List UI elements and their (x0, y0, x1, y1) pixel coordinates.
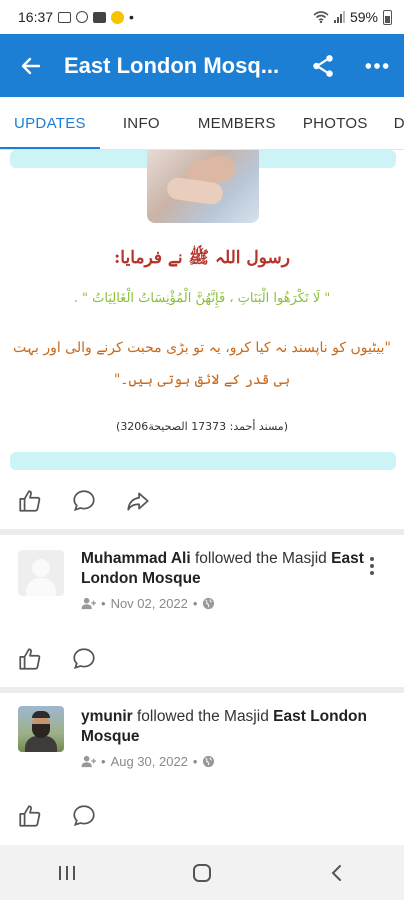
comment-button[interactable] (70, 487, 98, 515)
feed-item-text: Muhammad Ali followed the Masjid East Lo… (81, 549, 381, 589)
meta-separator: • (101, 596, 106, 611)
feed-item-text: ymunir followed the Masjid East London M… (81, 707, 381, 747)
back-button[interactable] (0, 34, 62, 97)
comment-button[interactable] (70, 645, 98, 673)
status-bar-right: 59% (313, 9, 392, 25)
tab-updates[interactable]: UPDATES (0, 97, 100, 149)
thumbs-up-icon (19, 805, 41, 827)
item-more-button[interactable] (362, 554, 382, 578)
feed-date: Nov 02, 2022 (110, 596, 188, 611)
app-screen: 16:37 • 59% East London Mosq... UPDATES … (0, 0, 404, 900)
like-button[interactable] (16, 487, 44, 515)
thumbs-up-icon (19, 648, 41, 670)
feed-date: Aug 30, 2022 (110, 754, 188, 769)
tab-info[interactable]: INFO (123, 97, 160, 149)
avatar[interactable] (18, 550, 64, 596)
share-post-button[interactable] (124, 487, 152, 515)
home-icon (192, 863, 211, 882)
feed-meta: • Aug 30, 2022 • (81, 754, 215, 769)
baby-hands-photo (147, 150, 259, 223)
avatar[interactable] (18, 706, 64, 752)
recent-apps-icon (59, 865, 76, 880)
battery-percent: 59% (349, 9, 378, 25)
feed-action-text: followed the Masjid (137, 708, 269, 725)
sim-icon (58, 11, 72, 23)
system-back-button[interactable] (307, 853, 367, 893)
arabic-hadith: " لَا تَكْرَهُوا الْبَنَاتِ ، فَإِنَّهُن… (73, 291, 331, 306)
urdu-translation-line-1: "بیٹیوں کو ناپسند نہ کیا کرو، یہ تو بڑی … (13, 340, 391, 356)
add-user-icon (81, 755, 96, 768)
more-options-button[interactable] (350, 34, 404, 97)
more-horiz-icon (365, 62, 389, 69)
feed-item: Muhammad Ali followed the Masjid East Lo… (0, 535, 404, 689)
globe-icon (203, 755, 215, 768)
feed-actions (0, 790, 404, 842)
post-actions (0, 475, 404, 527)
globe-icon (203, 597, 215, 610)
tab-members[interactable]: MEMBERS (198, 97, 276, 149)
feed-actions (0, 633, 404, 685)
circle-icon (76, 11, 89, 23)
share-button[interactable] (296, 34, 350, 97)
bottom-band (10, 452, 396, 470)
feed-meta: • Nov 02, 2022 • (81, 596, 215, 611)
comment-button[interactable] (70, 802, 98, 830)
page-title: East London Mosq... (64, 52, 280, 78)
share-icon (313, 54, 333, 77)
tab-discussions[interactable]: DIS (394, 97, 404, 149)
tab-photos[interactable]: PHOTOS (303, 97, 368, 149)
comment-icon (73, 490, 95, 512)
feed-action-text: followed the Masjid (194, 550, 327, 567)
system-nav-bar (0, 845, 404, 900)
status-bar: 16:37 • 59% (0, 0, 404, 34)
battery-icon (383, 9, 392, 25)
comment-icon (73, 648, 95, 670)
urdu-heading: رسول اللہ ﷺ نے فرمایا: (114, 248, 290, 268)
hadith-reference: (مسند أحمد: 17373 الصحيحة3206) (116, 420, 288, 433)
add-user-icon (81, 597, 96, 610)
comment-icon (73, 805, 95, 827)
feed-item: ymunir followed the Masjid East London M… (0, 693, 404, 845)
meta-separator: • (192, 754, 198, 769)
thumbs-up-icon (19, 490, 41, 512)
like-button[interactable] (16, 645, 44, 673)
status-time: 16:37 (18, 9, 54, 25)
signal-icon (333, 11, 345, 23)
back-icon (331, 864, 341, 881)
app-bar: East London Mosq... (0, 34, 404, 97)
home-button[interactable] (172, 853, 232, 893)
meta-separator: • (192, 596, 198, 611)
wifi-icon (313, 11, 329, 23)
status-bar-left: 16:37 • (18, 9, 134, 25)
post-image[interactable]: رسول اللہ ﷺ نے فرمایا: " لَا تَكْرَهُوا … (0, 150, 404, 475)
like-button[interactable] (16, 802, 44, 830)
urdu-translation-line-2: ہی قدر کے لائق ہوتی ہیں۔" (113, 372, 291, 388)
status-dot: • (129, 9, 134, 25)
recent-apps-button[interactable] (37, 853, 97, 893)
forward-share-icon (127, 492, 149, 511)
feed-user-name[interactable]: ymunir (81, 708, 133, 725)
feed-user-name[interactable]: Muhammad Ali (81, 550, 191, 567)
emoji-icon (111, 10, 125, 24)
tv-icon (93, 11, 107, 23)
arrow-left-icon (21, 57, 41, 74)
tab-bar: UPDATES INFO MEMBERS PHOTOS DIS (0, 97, 404, 150)
meta-separator: • (101, 754, 106, 769)
